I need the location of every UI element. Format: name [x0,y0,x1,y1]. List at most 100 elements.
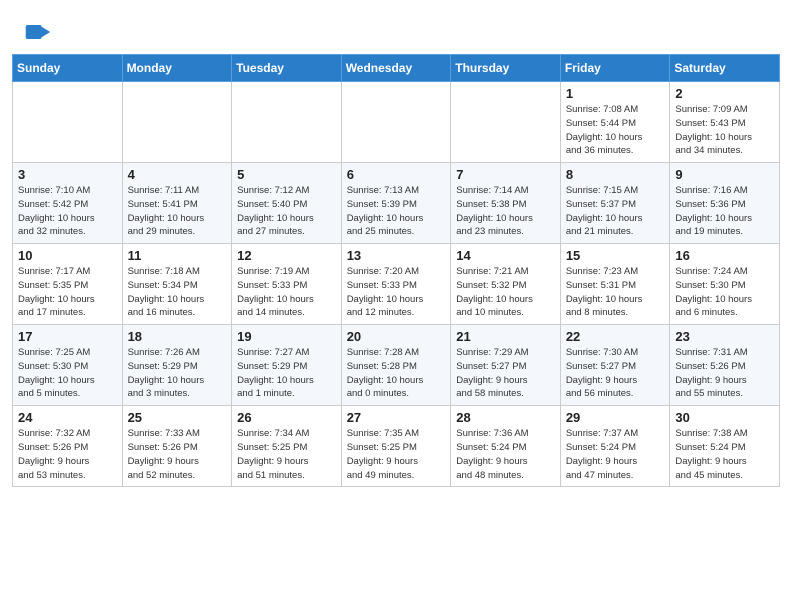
day-cell: 19 Sunrise: 7:27 AM Sunset: 5:29 PM Dayli… [232,325,342,406]
day-cell: 28 Sunrise: 7:36 AM Sunset: 5:24 PM Dayli… [451,406,561,487]
day-cell: 9 Sunrise: 7:16 AM Sunset: 5:36 PM Daylig… [670,163,780,244]
day-number: 27 [347,410,446,425]
day-cell: 22 Sunrise: 7:30 AM Sunset: 5:27 PM Dayli… [560,325,670,406]
calendar-header: SundayMondayTuesdayWednesdayThursdayFrid… [13,55,780,82]
day-cell [232,82,342,163]
day-cell: 24 Sunrise: 7:32 AM Sunset: 5:26 PM Dayli… [13,406,123,487]
day-cell: 2 Sunrise: 7:09 AM Sunset: 5:43 PM Daylig… [670,82,780,163]
logo-icon [24,18,52,46]
day-number: 12 [237,248,336,263]
day-cell: 7 Sunrise: 7:14 AM Sunset: 5:38 PM Daylig… [451,163,561,244]
weekday-header-friday: Friday [560,55,670,82]
day-info: Sunrise: 7:12 AM Sunset: 5:40 PM Dayligh… [237,184,336,239]
day-info: Sunrise: 7:26 AM Sunset: 5:29 PM Dayligh… [128,346,227,401]
day-number: 11 [128,248,227,263]
day-info: Sunrise: 7:14 AM Sunset: 5:38 PM Dayligh… [456,184,555,239]
day-info: Sunrise: 7:37 AM Sunset: 5:24 PM Dayligh… [566,427,665,482]
calendar-table: SundayMondayTuesdayWednesdayThursdayFrid… [12,54,780,487]
day-info: Sunrise: 7:24 AM Sunset: 5:30 PM Dayligh… [675,265,774,320]
weekday-header-sunday: Sunday [13,55,123,82]
day-number: 17 [18,329,117,344]
day-cell: 18 Sunrise: 7:26 AM Sunset: 5:29 PM Dayli… [122,325,232,406]
day-cell: 14 Sunrise: 7:21 AM Sunset: 5:32 PM Dayli… [451,244,561,325]
day-info: Sunrise: 7:18 AM Sunset: 5:34 PM Dayligh… [128,265,227,320]
day-info: Sunrise: 7:10 AM Sunset: 5:42 PM Dayligh… [18,184,117,239]
day-cell: 21 Sunrise: 7:29 AM Sunset: 5:27 PM Dayli… [451,325,561,406]
day-cell: 6 Sunrise: 7:13 AM Sunset: 5:39 PM Daylig… [341,163,451,244]
weekday-header-tuesday: Tuesday [232,55,342,82]
day-number: 9 [675,167,774,182]
day-number: 7 [456,167,555,182]
day-number: 19 [237,329,336,344]
week-row-3: 10Sunrise: 7:17 AM Sunset: 5:35 PM Dayli… [13,244,780,325]
weekday-header-saturday: Saturday [670,55,780,82]
day-info: Sunrise: 7:32 AM Sunset: 5:26 PM Dayligh… [18,427,117,482]
header [0,0,792,54]
week-row-1: 1Sunrise: 7:08 AM Sunset: 5:44 PM Daylig… [13,82,780,163]
day-info: Sunrise: 7:27 AM Sunset: 5:29 PM Dayligh… [237,346,336,401]
week-row-4: 17 Sunrise: 7:25 AM Sunset: 5:30 PM Dayli… [13,325,780,406]
day-info: Sunrise: 7:33 AM Sunset: 5:26 PM Dayligh… [128,427,227,482]
day-cell: 8Sunrise: 7:15 AM Sunset: 5:37 PM Daylig… [560,163,670,244]
day-number: 25 [128,410,227,425]
day-number: 2 [675,86,774,101]
week-row-5: 24 Sunrise: 7:32 AM Sunset: 5:26 PM Dayli… [13,406,780,487]
day-info: Sunrise: 7:23 AM Sunset: 5:31 PM Dayligh… [566,265,665,320]
day-number: 15 [566,248,665,263]
day-cell: 5Sunrise: 7:12 AM Sunset: 5:40 PM Daylig… [232,163,342,244]
day-cell: 29 Sunrise: 7:37 AM Sunset: 5:24 PM Dayli… [560,406,670,487]
day-info: Sunrise: 7:36 AM Sunset: 5:24 PM Dayligh… [456,427,555,482]
weekday-row: SundayMondayTuesdayWednesdayThursdayFrid… [13,55,780,82]
day-info: Sunrise: 7:16 AM Sunset: 5:36 PM Dayligh… [675,184,774,239]
day-number: 24 [18,410,117,425]
day-number: 26 [237,410,336,425]
day-cell: 25 Sunrise: 7:33 AM Sunset: 5:26 PM Dayli… [122,406,232,487]
day-number: 6 [347,167,446,182]
day-cell [13,82,123,163]
day-number: 3 [18,167,117,182]
day-cell: 11 Sunrise: 7:18 AM Sunset: 5:34 PM Dayli… [122,244,232,325]
day-number: 18 [128,329,227,344]
day-cell: 4Sunrise: 7:11 AM Sunset: 5:41 PM Daylig… [122,163,232,244]
day-info: Sunrise: 7:08 AM Sunset: 5:44 PM Dayligh… [566,103,665,158]
day-info: Sunrise: 7:19 AM Sunset: 5:33 PM Dayligh… [237,265,336,320]
weekday-header-monday: Monday [122,55,232,82]
day-info: Sunrise: 7:35 AM Sunset: 5:25 PM Dayligh… [347,427,446,482]
day-cell: 17 Sunrise: 7:25 AM Sunset: 5:30 PM Dayli… [13,325,123,406]
day-info: Sunrise: 7:13 AM Sunset: 5:39 PM Dayligh… [347,184,446,239]
day-cell: 15 Sunrise: 7:23 AM Sunset: 5:31 PM Dayli… [560,244,670,325]
day-info: Sunrise: 7:21 AM Sunset: 5:32 PM Dayligh… [456,265,555,320]
day-cell: 23 Sunrise: 7:31 AM Sunset: 5:26 PM Dayli… [670,325,780,406]
day-number: 20 [347,329,446,344]
day-info: Sunrise: 7:25 AM Sunset: 5:30 PM Dayligh… [18,346,117,401]
day-info: Sunrise: 7:29 AM Sunset: 5:27 PM Dayligh… [456,346,555,401]
day-number: 13 [347,248,446,263]
day-cell: 1Sunrise: 7:08 AM Sunset: 5:44 PM Daylig… [560,82,670,163]
day-number: 23 [675,329,774,344]
day-info: Sunrise: 7:09 AM Sunset: 5:43 PM Dayligh… [675,103,774,158]
day-number: 28 [456,410,555,425]
day-cell [122,82,232,163]
day-number: 8 [566,167,665,182]
day-cell: 16 Sunrise: 7:24 AM Sunset: 5:30 PM Dayli… [670,244,780,325]
weekday-header-wednesday: Wednesday [341,55,451,82]
day-number: 22 [566,329,665,344]
weekday-header-thursday: Thursday [451,55,561,82]
day-number: 14 [456,248,555,263]
day-cell: 20Sunrise: 7:28 AM Sunset: 5:28 PM Dayli… [341,325,451,406]
day-info: Sunrise: 7:20 AM Sunset: 5:33 PM Dayligh… [347,265,446,320]
day-info: Sunrise: 7:38 AM Sunset: 5:24 PM Dayligh… [675,427,774,482]
day-number: 10 [18,248,117,263]
logo [24,18,56,46]
day-number: 16 [675,248,774,263]
calendar-body: 1Sunrise: 7:08 AM Sunset: 5:44 PM Daylig… [13,82,780,487]
week-row-2: 3 Sunrise: 7:10 AM Sunset: 5:42 PM Daylig… [13,163,780,244]
day-info: Sunrise: 7:30 AM Sunset: 5:27 PM Dayligh… [566,346,665,401]
day-cell: 13 Sunrise: 7:20 AM Sunset: 5:33 PM Dayli… [341,244,451,325]
day-cell: 10Sunrise: 7:17 AM Sunset: 5:35 PM Dayli… [13,244,123,325]
day-info: Sunrise: 7:31 AM Sunset: 5:26 PM Dayligh… [675,346,774,401]
day-cell: 27 Sunrise: 7:35 AM Sunset: 5:25 PM Dayli… [341,406,451,487]
day-number: 29 [566,410,665,425]
day-cell [341,82,451,163]
day-number: 21 [456,329,555,344]
